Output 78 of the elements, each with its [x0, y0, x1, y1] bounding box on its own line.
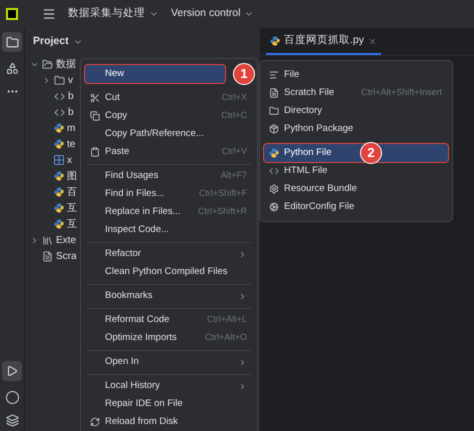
menu-item[interactable]: Find in Files... Ctrl+Shift+F — [85, 185, 253, 203]
copy-icon — [90, 111, 100, 121]
menu-item[interactable]: Repair IDE on File — [85, 395, 253, 413]
layers-icon[interactable] — [6, 414, 18, 427]
menu-item[interactable]: Optimize Imports Ctrl+Alt+O — [85, 329, 253, 347]
tree-item-label[interactable]: 图 — [67, 168, 77, 184]
tree-item-label[interactable]: x — [67, 152, 72, 168]
python-icon — [54, 123, 64, 133]
menu-item[interactable]: File — [264, 66, 448, 84]
editor-tab[interactable]: 百度网页抓取.py — [266, 29, 382, 55]
tree-item-label[interactable]: m — [67, 120, 76, 136]
tree-item-label[interactable]: 数据 — [56, 56, 76, 72]
play-icon — [6, 365, 18, 377]
menu-item[interactable]: Reformat Code Ctrl+Alt+L — [85, 311, 253, 329]
menu-item[interactable]: Resource Bundle — [264, 180, 448, 198]
package-folder-icon — [269, 124, 279, 134]
menu-item[interactable]: Bookmarks — [85, 287, 253, 305]
clipboard-icon — [90, 147, 100, 157]
menu-item[interactable]: Paste Ctrl+V — [85, 143, 253, 161]
gear-icon — [269, 184, 279, 194]
menu-item[interactable]: Directory — [264, 102, 448, 120]
tree-item-label[interactable]: Exte — [56, 232, 76, 248]
close-icon[interactable] — [368, 36, 378, 46]
scratch-file-icon — [269, 88, 279, 98]
menu-item[interactable]: Copy Path/Reference... — [85, 125, 253, 143]
menu-item[interactable]: Open In — [85, 353, 253, 371]
tree-item-label[interactable]: 百 — [67, 184, 77, 200]
folder-icon — [42, 58, 53, 70]
reload-icon — [90, 417, 100, 427]
structure-icon[interactable] — [6, 62, 18, 75]
menu-item[interactable]: Copy Ctrl+C — [85, 107, 253, 125]
tree-item-label[interactable]: v — [68, 72, 73, 88]
folder-tool-button[interactable] — [2, 32, 22, 52]
panel-title[interactable]: Project — [33, 34, 69, 50]
menu-item[interactable]: New — [85, 65, 225, 83]
grid-file-icon — [54, 155, 64, 165]
scratch-file-icon — [42, 250, 53, 262]
menu-item[interactable]: Replace in Files... Ctrl+Shift+R — [85, 203, 253, 221]
tree-item-label[interactable]: 互 — [67, 200, 77, 216]
menu-item[interactable]: EditorConfig File — [264, 198, 448, 216]
folder-icon — [6, 36, 18, 48]
library-icon — [42, 234, 53, 246]
menu-item[interactable]: Inspect Code... — [85, 221, 253, 239]
code-brackets-icon — [269, 166, 279, 176]
tree-item-label[interactable]: b — [68, 88, 74, 104]
menu-item[interactable]: Local History — [85, 377, 253, 395]
text-lines-icon — [269, 70, 279, 80]
run-tool-button[interactable] — [2, 361, 22, 381]
python-icon — [269, 148, 279, 158]
menu-item[interactable]: Find Usages Alt+F7 — [85, 167, 253, 185]
python-icon — [54, 219, 64, 229]
folder-icon — [269, 106, 279, 116]
menu-item[interactable]: Python Package — [264, 120, 448, 138]
menu-icon[interactable] — [42, 7, 56, 21]
step-number-badge: 1 — [233, 63, 255, 85]
menu-item[interactable]: Reload from Disk — [85, 413, 253, 431]
tree-item-label[interactable]: 互 — [67, 216, 77, 232]
python-icon — [54, 171, 64, 181]
menu-item[interactable]: Refactor — [85, 245, 253, 263]
tree-item-label[interactable]: te — [67, 136, 76, 152]
menu-item[interactable]: Cut Ctrl+X — [85, 89, 253, 107]
gear-icon — [269, 202, 279, 212]
code-brackets-icon — [54, 90, 65, 102]
python-icon — [270, 36, 280, 46]
menu-item[interactable]: HTML File — [264, 162, 448, 180]
python-icon — [54, 203, 64, 213]
version-control-menu[interactable]: Version control — [171, 6, 254, 22]
tree-item-label[interactable]: b — [68, 104, 74, 120]
tree-item-label[interactable]: Scra — [56, 248, 77, 264]
project-switcher[interactable]: 数据采集与处理 — [68, 6, 159, 22]
menu-item[interactable]: Scratch File Ctrl+Alt+Shift+Insert — [264, 84, 448, 102]
menu-item[interactable]: Clean Python Compiled Files — [85, 263, 253, 281]
code-brackets-icon — [54, 106, 65, 118]
python-icon — [54, 187, 64, 197]
scissors-icon — [90, 93, 100, 103]
folder-icon — [54, 74, 65, 86]
app-logo-icon — [6, 8, 18, 20]
python-icon — [54, 139, 64, 149]
